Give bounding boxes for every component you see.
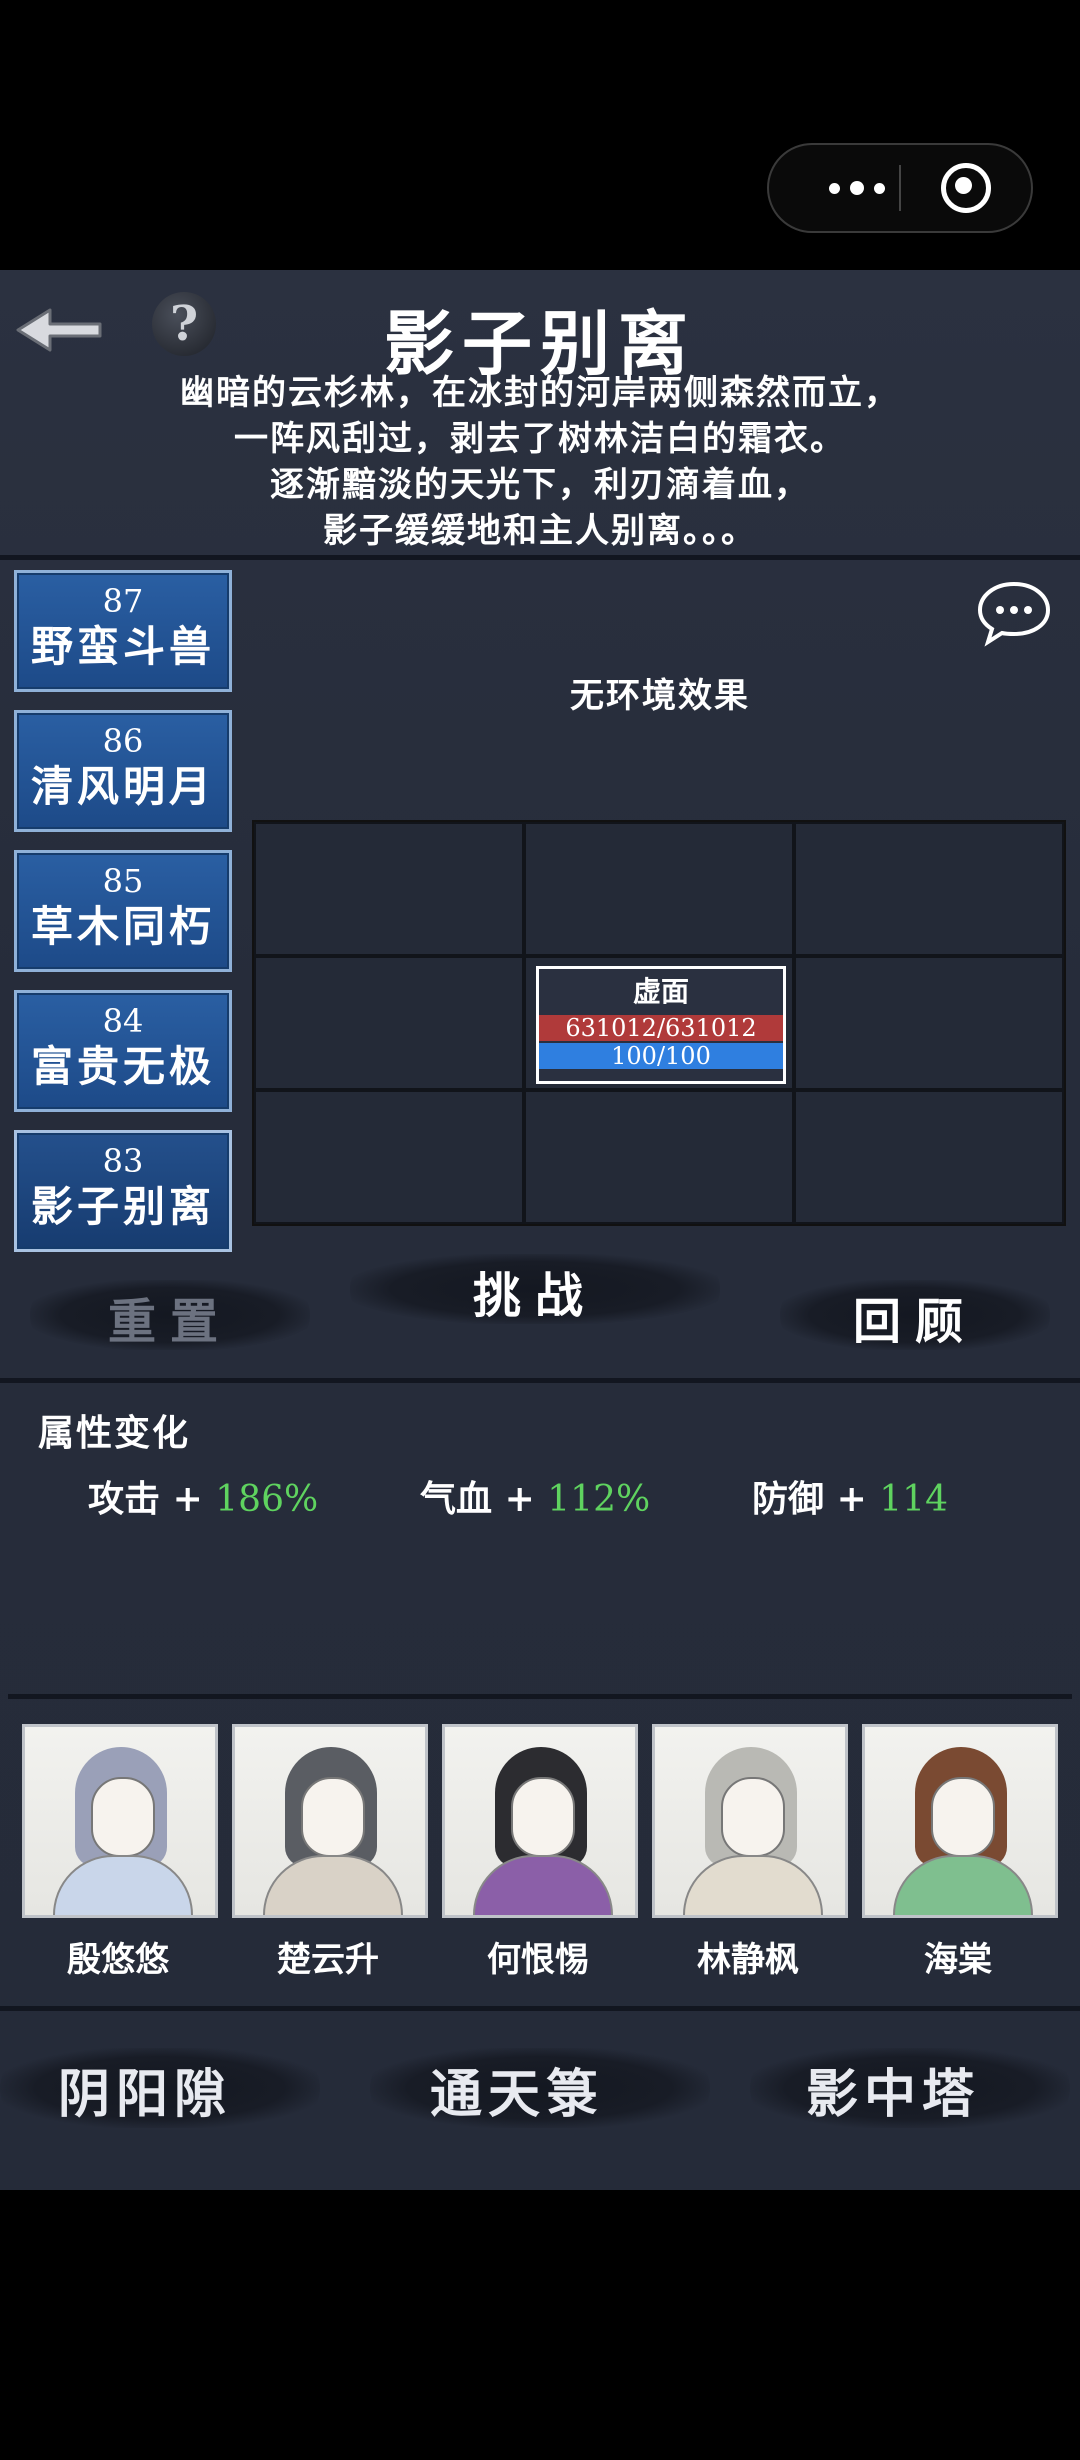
level-item[interactable]: 86 清风明月 — [14, 710, 232, 832]
attr-label: 气血 — [420, 1478, 493, 1520]
enemy-name: 虚面 — [632, 975, 689, 1008]
more-dots-icon[interactable] — [807, 165, 907, 211]
grid-cell[interactable] — [524, 1090, 794, 1224]
level-item[interactable]: 84 富贵无极 — [14, 990, 232, 1112]
attr-sign: + — [172, 1478, 203, 1520]
attr-sign: + — [836, 1478, 867, 1520]
grid-cell[interactable] — [254, 956, 524, 1090]
challenge-button[interactable]: 挑战 — [420, 1256, 650, 1326]
level-name: 影子别离 — [30, 1182, 215, 1231]
level-list: 87 野蛮斗兽 86 清风明月 85 草木同朽 84 富贵无极 83 影子别离 — [14, 570, 232, 1270]
divider — [8, 1694, 1072, 1699]
battle-grid: 虚面 631012/631012 100/100 — [252, 820, 1066, 1226]
grid-cell[interactable] — [254, 822, 524, 956]
party-member[interactable]: 海棠 — [862, 1724, 1058, 1981]
level-number: 86 — [102, 722, 144, 760]
grid-cell[interactable] — [254, 1090, 524, 1224]
character-portrait — [442, 1724, 638, 1918]
party-member[interactable]: 林静枫 — [652, 1724, 848, 1981]
level-name: 草木同朽 — [30, 902, 215, 951]
capsule-divider — [899, 165, 901, 211]
character-portrait — [232, 1724, 428, 1918]
attack-bonus: 攻击 + 186% — [88, 1470, 318, 1522]
attr-value: 114 — [879, 1479, 948, 1520]
level-name: 清风明月 — [30, 762, 215, 811]
level-item[interactable]: 85 草木同朽 — [14, 850, 232, 972]
attr-label: 防御 — [752, 1478, 825, 1520]
status-bar-area — [0, 0, 1080, 270]
game-screen: ? 影子别离 幽暗的云杉林，在冰封的河岸两侧森然而立， 一阵风刮过，剥去了树林洁… — [0, 270, 1080, 2190]
defense-bonus: 防御 + 114 — [752, 1470, 948, 1522]
nav-tongtianlu[interactable]: 通天箓 — [430, 2052, 604, 2127]
enemy-mp-bar: 100/100 — [539, 1043, 783, 1069]
level-number: 84 — [102, 1002, 144, 1040]
review-button[interactable]: 回顾 — [800, 1282, 1030, 1352]
story-line: 一阵风刮过，剥去了树林洁白的霜衣。 — [234, 419, 846, 459]
grid-cell[interactable] — [794, 956, 1064, 1090]
party-member[interactable]: 楚云升 — [232, 1724, 428, 1981]
attr-label: 攻击 — [88, 1478, 161, 1520]
nav-yingzhongta[interactable]: 影中塔 — [806, 2052, 980, 2127]
bottom-safe-area — [0, 2190, 1080, 2460]
divider — [0, 2006, 1080, 2011]
chat-bubble-icon[interactable] — [974, 578, 1054, 648]
story-line: 幽暗的云杉林，在冰封的河岸两侧森然而立， — [180, 373, 900, 413]
character-name: 海棠 — [924, 1940, 992, 1980]
mini-program-capsule — [767, 143, 1033, 233]
nav-yinyangxi[interactable]: 阴阳隙 — [58, 2052, 232, 2127]
level-item-current[interactable]: 83 影子别离 — [14, 1130, 232, 1252]
character-portrait — [652, 1724, 848, 1918]
grid-cell[interactable]: 虚面 631012/631012 100/100 — [524, 956, 794, 1090]
party-member[interactable]: 何恨惕 — [442, 1724, 638, 1981]
attributes-title: 属性变化 — [38, 1412, 191, 1454]
character-name: 林静枫 — [697, 1940, 799, 1980]
grid-cell[interactable] — [794, 1090, 1064, 1224]
level-number: 83 — [102, 1142, 144, 1180]
reset-button[interactable]: 重置 — [60, 1282, 280, 1352]
character-portrait — [862, 1724, 1058, 1918]
attr-value: 112% — [547, 1479, 651, 1520]
character-portrait — [22, 1724, 218, 1918]
divider — [0, 1378, 1080, 1383]
character-name: 殷悠悠 — [67, 1940, 169, 1980]
divider — [0, 555, 1080, 560]
grid-cell[interactable] — [524, 822, 794, 956]
level-name: 富贵无极 — [30, 1042, 215, 1091]
party-member[interactable]: 殷悠悠 — [22, 1724, 218, 1981]
level-number: 87 — [102, 582, 144, 620]
level-number: 85 — [102, 862, 144, 900]
story-line: 影子缓缓地和主人别离。。。 — [323, 511, 757, 551]
hp-bonus: 气血 + 112% — [420, 1470, 650, 1522]
level-item[interactable]: 87 野蛮斗兽 — [14, 570, 232, 692]
environment-effect: 无环境效果 — [570, 676, 750, 716]
level-name: 野蛮斗兽 — [30, 622, 215, 671]
character-name: 何恨惕 — [487, 1940, 589, 1980]
enemy-hp-bar: 631012/631012 — [539, 1015, 783, 1041]
story-line: 逐渐黯淡的天光下，利刃滴着血， — [270, 465, 810, 505]
target-circle-icon[interactable] — [941, 163, 991, 213]
attr-sign: + — [504, 1478, 535, 1520]
story-text: 幽暗的云杉林，在冰封的河岸两侧森然而立， 一阵风刮过，剥去了树林洁白的霜衣。 逐… — [0, 370, 1080, 554]
enemy-card[interactable]: 虚面 631012/631012 100/100 — [536, 966, 786, 1084]
attr-value: 186% — [215, 1479, 319, 1520]
party-list: 殷悠悠 楚云升 何恨惕 林静枫 海棠 — [22, 1724, 1062, 1980]
character-name: 楚云升 — [277, 1940, 379, 1980]
grid-cell[interactable] — [794, 822, 1064, 956]
